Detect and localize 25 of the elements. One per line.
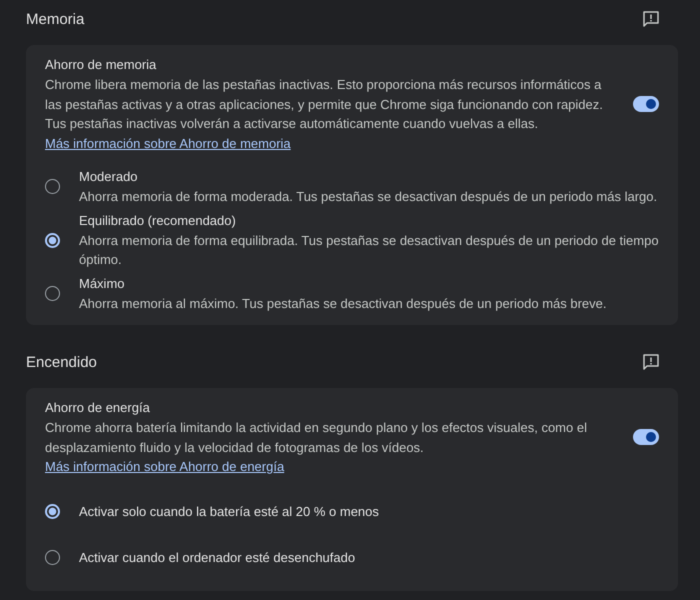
setting-title: Ahorro de energía — [45, 399, 151, 417]
setting-title: Ahorro de memoria — [45, 56, 158, 74]
radio-button[interactable] — [45, 232, 60, 248]
option-description: Ahorra memoria de forma moderada. Tus pestañas se desactivan después de un periodo más largo. — [79, 188, 658, 206]
radio-button[interactable] — [45, 504, 60, 519]
section-title: Memoria — [26, 10, 84, 30]
option-label: Equilibrado (recomendado) — [79, 212, 237, 230]
option-description: Ahorra memoria al máximo. Tus pestañas se desactivan después de un periodo más breve. — [79, 294, 606, 313]
option-label: Activar solo cuando la batería esté al 20 % o menos — [79, 502, 379, 520]
toggle-switch[interactable] — [633, 429, 659, 446]
radio-button[interactable] — [45, 179, 60, 194]
setting-description: Chrome libera memoria de las pestañas inactivas. Esto proporciona más recursos informáticos a las pestañas activas y a otras aplicaciones, y permite que Chrome siga funcionando con rapidez. Tus pestañas inactivas volverán a activarse automáticamente cuando vuelvas a ellas. Más información sobre Ahorro de memoria — [45, 76, 604, 152]
toggle-switch[interactable] — [633, 96, 659, 112]
learn-more-link[interactable]: Más información sobre Ahorro de memoria — [45, 136, 291, 150]
alert-bubble-icon[interactable] — [642, 353, 660, 371]
radio-button[interactable] — [45, 550, 60, 565]
alert-bubble-icon[interactable] — [642, 10, 660, 28]
radio-button[interactable] — [45, 286, 60, 301]
option-description: Ahorra memoria de forma equilibrada. Tus pestañas se desactivan después de un periodo de tiempo óptimo. — [79, 232, 659, 269]
option-label: Activar cuando el ordenador esté desenchufado — [79, 548, 356, 566]
learn-more-link[interactable]: Más información sobre Ahorro de energía — [45, 459, 284, 474]
option-label: Máximo — [79, 274, 126, 292]
section-title: Encendido — [26, 353, 97, 373]
setting-description: Chrome ahorra batería limitando la actividad en segundo plano y los efectos visuales, como el desplazamiento fluido y la velocidad de fotogramas de los vídeos. Más información sobre Ahorro de energía — [45, 419, 588, 476]
option-label: Moderado — [79, 168, 139, 186]
